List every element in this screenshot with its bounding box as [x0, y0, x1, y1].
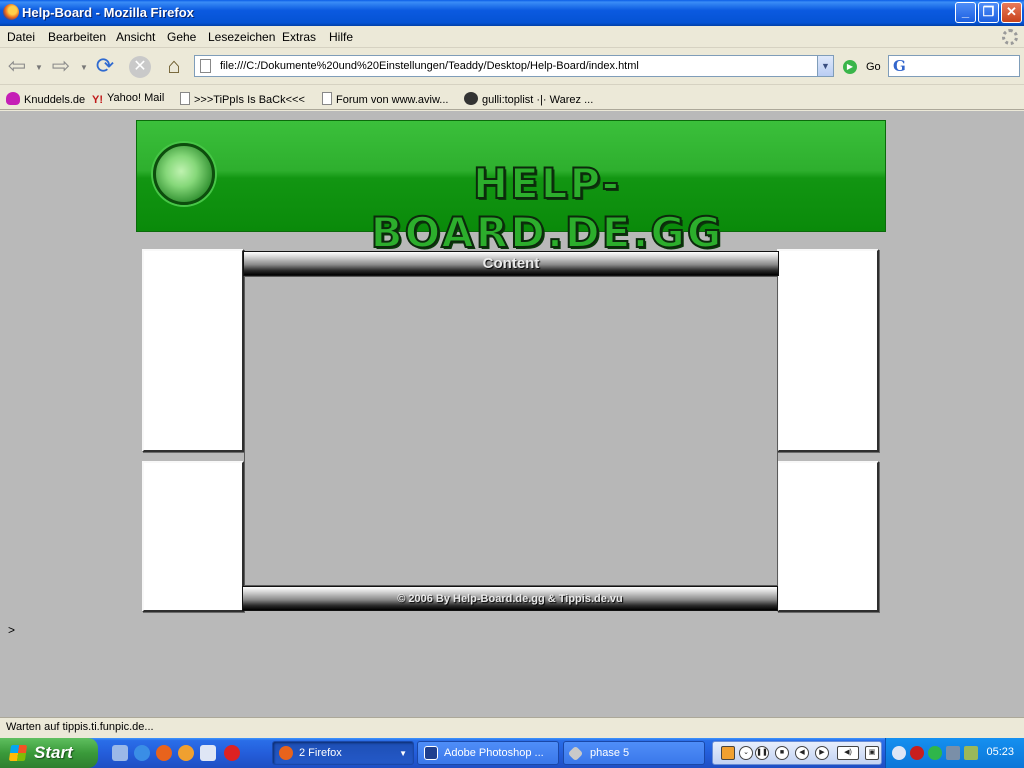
media-toolbar: ⌄ ❚❚ ■ ◀ ▶ ◀) ▣: [712, 741, 882, 765]
window-title: Help-Board - Mozilla Firefox: [22, 5, 194, 20]
title-bar: Help-Board - Mozilla Firefox _ ❐ ✕: [0, 0, 1024, 26]
menu-bearbeiten[interactable]: Bearbeiten: [48, 30, 106, 44]
taskbar: Start 2 Firefox ▼ Adobe Photoshop ... ph…: [0, 738, 1024, 768]
yahoo-icon: Y!: [92, 94, 103, 106]
reload-icon[interactable]: ⟳: [92, 54, 118, 80]
firefox-icon[interactable]: [3, 4, 19, 20]
forward-icon[interactable]: ⇨: [48, 54, 74, 80]
go-button[interactable]: Go: [866, 61, 881, 73]
wmp-logo-icon[interactable]: [721, 746, 735, 760]
back-dropdown-icon[interactable]: ▼: [35, 63, 43, 72]
left-bottom-panel: [142, 461, 244, 612]
menu-lesezeichen[interactable]: Lesezeichen: [208, 30, 275, 44]
home-icon[interactable]: ⌂: [161, 54, 187, 80]
banner-title: HELP-BOARD.DE.GG: [370, 158, 724, 258]
menu-datei[interactable]: Datei: [7, 30, 35, 44]
chevron-down-icon: ▼: [399, 749, 407, 758]
maximize-button[interactable]: ❐: [978, 2, 999, 23]
media-player-icon[interactable]: [178, 745, 194, 761]
page-icon: [200, 59, 211, 73]
content-header-bar: Content: [243, 251, 779, 276]
firefox-quicklaunch-icon[interactable]: [156, 745, 172, 761]
firefox-task-icon: [279, 746, 293, 760]
messenger-icon[interactable]: [200, 745, 216, 761]
volume-icon[interactable]: ◀): [837, 746, 859, 760]
stop-media-icon[interactable]: ■: [775, 746, 789, 760]
search-input[interactable]: G: [888, 55, 1020, 77]
menu-bar: Datei Bearbeiten Ansicht Gehe Lesezeiche…: [0, 26, 1024, 48]
status-bar: Warten auf tippis.ti.funpic.de...: [0, 717, 1024, 737]
status-text: Warten auf tippis.ti.funpic.de...: [6, 721, 154, 733]
green-orb-icon: [153, 143, 215, 205]
power-icon[interactable]: [224, 745, 240, 761]
task-label: phase 5: [590, 747, 630, 759]
menu-ansicht[interactable]: Ansicht: [116, 30, 155, 44]
start-button[interactable]: Start: [0, 738, 98, 768]
right-bottom-panel: [777, 461, 879, 612]
bookmark-tippis[interactable]: >>>TiPpIs Is BaCk<<<: [180, 92, 305, 106]
forward-dropdown-icon[interactable]: ▼: [80, 63, 88, 72]
go-icon[interactable]: ▶: [843, 60, 857, 74]
throbber-icon: [1002, 29, 1018, 45]
start-label: Start: [34, 743, 73, 762]
bookmark-forum-aviw[interactable]: Forum von www.aviw...: [322, 92, 448, 106]
close-button[interactable]: ✕: [1001, 2, 1022, 23]
tray-network-icon[interactable]: [946, 746, 960, 760]
content-header-label: Content: [482, 255, 540, 272]
right-top-panel: [777, 249, 879, 452]
page-icon: [180, 92, 190, 105]
windows-logo-icon: [8, 745, 28, 761]
tray-app-icon[interactable]: [964, 746, 978, 760]
footer-bar: © 2006 By Help-Board.de.gg & Tippis.de.v…: [242, 586, 778, 611]
photoshop-task-icon: [424, 746, 438, 760]
menu-extras[interactable]: Extras: [282, 30, 316, 44]
page-content: HELP-BOARD.DE.GG Content © 2006 By Help-…: [0, 111, 1024, 717]
minimize-button[interactable]: _: [955, 2, 976, 23]
taskbar-photoshop[interactable]: Adobe Photoshop ...: [417, 741, 559, 765]
stop-icon[interactable]: ✕: [129, 56, 151, 78]
site-banner: HELP-BOARD.DE.GG: [136, 120, 886, 258]
task-label: 2 Firefox: [299, 747, 342, 759]
stray-text: >: [8, 623, 16, 637]
address-dropdown-icon[interactable]: ▼: [817, 56, 833, 76]
menu-hilfe[interactable]: Hilfe: [329, 30, 353, 44]
bookmarks-toolbar: Knuddels.de Y! Yahoo! Mail >>>TiPpIs Is B…: [0, 86, 1024, 110]
content-area: [244, 276, 778, 586]
show-desktop-icon[interactable]: [112, 745, 128, 761]
left-top-panel: [142, 249, 244, 452]
page-icon: [322, 92, 332, 105]
taskbar-phase5[interactable]: phase 5: [563, 741, 705, 765]
taskbar-firefox-group[interactable]: 2 Firefox ▼: [272, 741, 414, 765]
url-text[interactable]: file:///C:/Dokumente%20und%20Einstellung…: [220, 60, 639, 72]
menu-gehe[interactable]: Gehe: [167, 30, 196, 44]
bookmark-gulli-toplist[interactable]: gulli:toplist ·|· Warez ...: [464, 92, 593, 106]
google-icon[interactable]: G: [893, 57, 906, 75]
gulli-icon: [464, 92, 478, 105]
restore-player-icon[interactable]: ▣: [865, 746, 879, 760]
navigation-toolbar: ⇦ ▼ ⇨ ▼ ⟳ ✕ ⌂ file:///C:/Dokumente%20und…: [0, 49, 1024, 85]
footer-text: © 2006 By Help-Board.de.gg & Tippis.de.v…: [397, 593, 623, 605]
knuddels-icon: [6, 92, 20, 105]
next-icon[interactable]: ▶: [815, 746, 829, 760]
pause-icon[interactable]: ❚❚: [755, 746, 769, 760]
system-tray: 05:23: [885, 738, 1024, 768]
clock[interactable]: 05:23: [986, 746, 1014, 758]
tray-expand-icon[interactable]: [892, 746, 906, 760]
tray-antivirus-icon[interactable]: [910, 746, 924, 760]
bookmark-knuddels[interactable]: Knuddels.de: [6, 92, 85, 106]
bookmark-yahoo-mail[interactable]: Y! Yahoo! Mail: [92, 92, 164, 107]
back-icon[interactable]: ⇦: [4, 54, 30, 80]
menu-icon[interactable]: ⌄: [739, 746, 753, 760]
address-bar[interactable]: file:///C:/Dokumente%20und%20Einstellung…: [194, 55, 834, 77]
phase5-task-icon: [567, 745, 584, 762]
internet-explorer-icon[interactable]: [134, 745, 150, 761]
tray-messenger-icon[interactable]: [928, 746, 942, 760]
previous-icon[interactable]: ◀: [795, 746, 809, 760]
task-label: Adobe Photoshop ...: [444, 747, 544, 759]
